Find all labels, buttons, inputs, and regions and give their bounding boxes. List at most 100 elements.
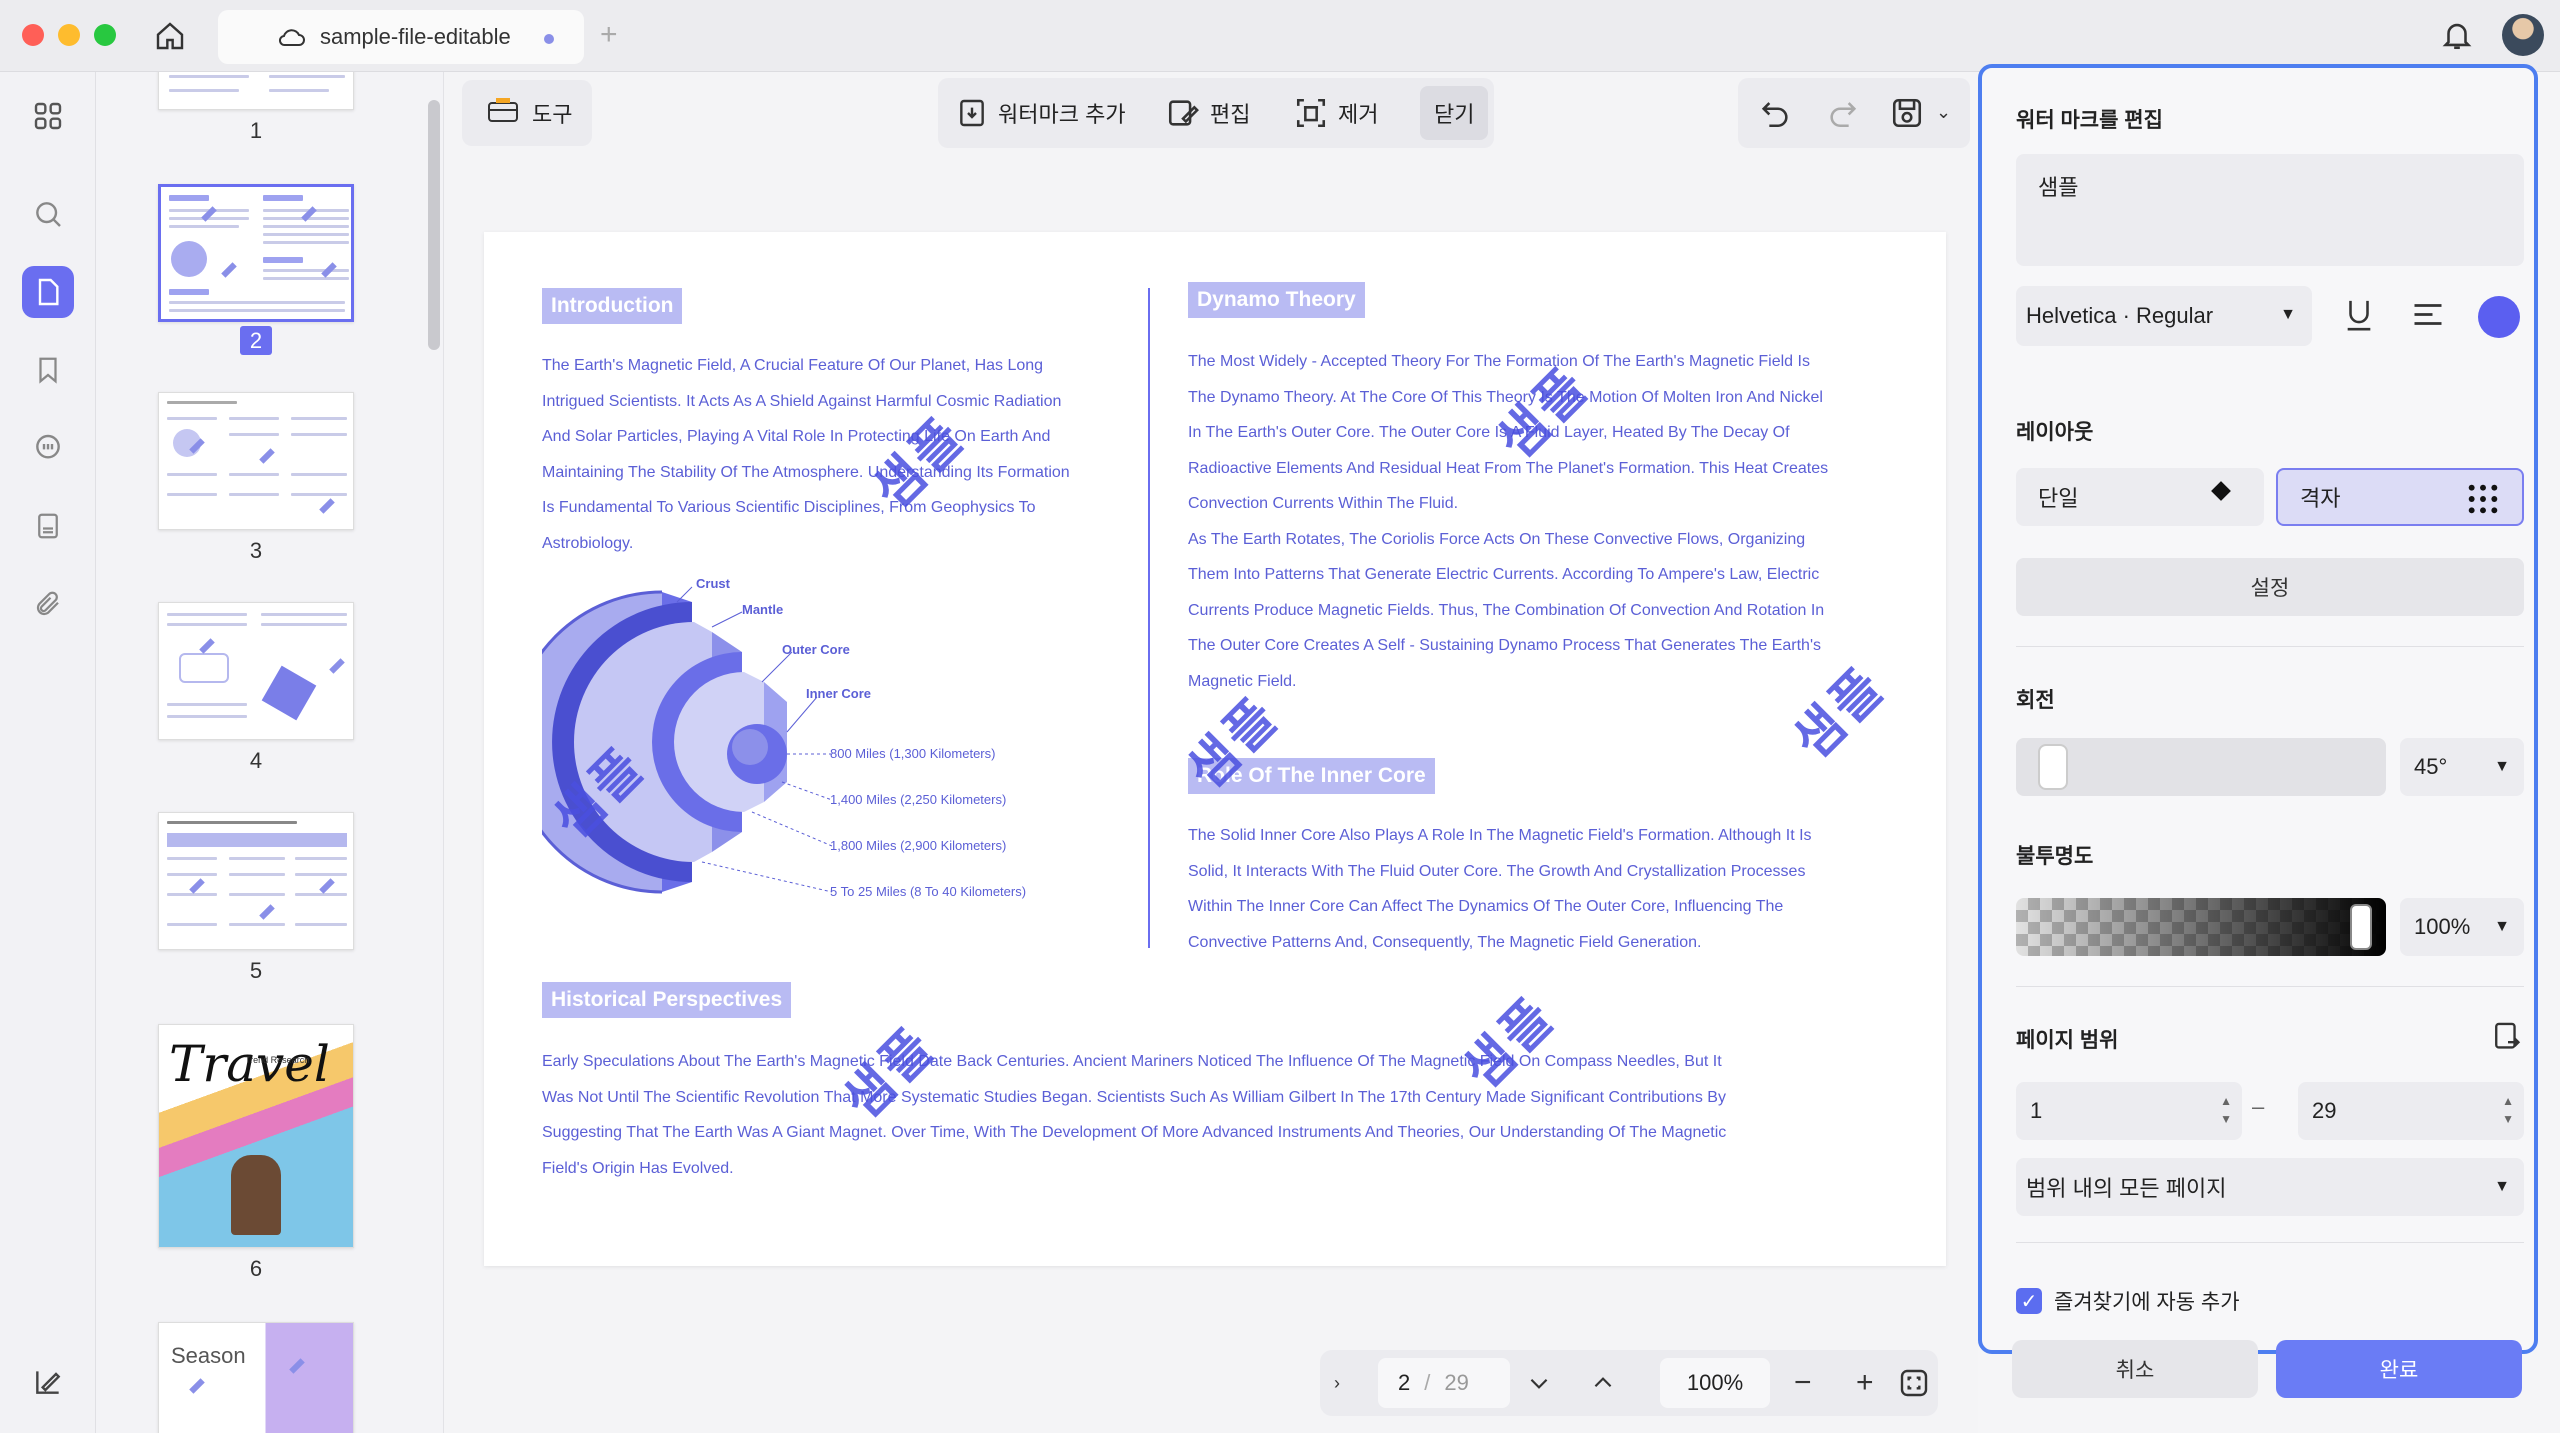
cancel-button[interactable]: 취소 [2012, 1340, 2258, 1398]
layout-single-option[interactable]: 단일 [2016, 468, 2264, 526]
layers-icon[interactable] [28, 1362, 68, 1402]
auto-favorite-label: 즐겨찾기에 자동 추가 [2054, 1291, 2240, 1314]
stepper-icon[interactable]: ▲ ▼ [2220, 1092, 2232, 1128]
pages-icon[interactable] [22, 266, 74, 318]
home-icon[interactable] [150, 16, 190, 56]
dropdown-arrow-icon: ▼ [2494, 918, 2510, 935]
range-separator: – [2252, 1094, 2265, 1119]
layout-label: 레이아웃 [2016, 421, 2094, 444]
add-watermark-label: 워터마크 추가 [998, 102, 1126, 127]
chevron-right-icon[interactable]: › [1334, 1350, 1340, 1416]
page-thumbnail-selected[interactable] [158, 184, 354, 322]
opacity-value: 100% [2414, 914, 2471, 939]
remove-watermark-button[interactable]: 제거 [1294, 78, 1378, 148]
redo-icon[interactable] [1826, 96, 1860, 135]
search-icon[interactable] [28, 194, 68, 234]
stepper-icon[interactable]: ▲ ▼ [2502, 1092, 2514, 1128]
dropdown-arrow-icon: ▼ [2494, 758, 2510, 775]
intro-paragraph: The Earth's Magnetic Field, A Crucial Fe… [542, 357, 1070, 552]
document-page: Introduction The Earth's Magnetic Field,… [484, 232, 1946, 1266]
page-navigation: › 2 / 29 100% − + [1320, 1350, 1938, 1416]
add-watermark-button[interactable]: 워터마크 추가 [956, 78, 1126, 148]
zoom-out-icon[interactable]: − [1794, 1350, 1812, 1416]
dropdown-arrow-icon: ▼ [2494, 1178, 2510, 1195]
save-icon[interactable] [1890, 96, 1924, 135]
page-thumbnail[interactable]: Season [158, 1322, 354, 1433]
grid-dots-icon [2466, 482, 2500, 522]
diagram-label-crust: Crust [696, 576, 730, 591]
opacity-label: 불투명도 [2016, 845, 2094, 868]
dropdown-arrow-icon: ▼ [2280, 306, 2296, 323]
diagram-distance: 800 Miles (1,300 Kilometers) [830, 746, 996, 761]
previous-page-icon[interactable] [1590, 1350, 1616, 1416]
auto-favorite-checkbox[interactable]: ✓ 즐겨찾기에 자동 추가 [2016, 1286, 2240, 1316]
thumbnail-scrollbar[interactable] [428, 100, 440, 350]
rotation-value: 45° [2414, 754, 2448, 779]
zoom-window-button[interactable] [94, 24, 116, 46]
diagram-distance: 1,400 Miles (2,250 Kilometers) [830, 792, 1007, 807]
fit-page-icon[interactable] [1898, 1350, 1930, 1416]
zoom-level[interactable]: 100% [1660, 1358, 1770, 1408]
bookmark-icon[interactable] [28, 350, 68, 390]
page-thumbnail[interactable] [158, 602, 354, 740]
undo-icon[interactable] [1758, 96, 1792, 135]
diagram-label-inner-core: Inner Core [806, 686, 872, 701]
document-tab-title: sample-file-editable [320, 24, 511, 49]
attachment-icon[interactable] [28, 584, 68, 624]
diagram-label-outer-core: Outer Core [782, 642, 850, 657]
diagram-label-mantle: Mantle [742, 602, 784, 617]
page-thumbnail[interactable]: Travel Trend Research [158, 1024, 354, 1248]
page-thumbnail[interactable] [158, 72, 354, 110]
opacity-slider[interactable] [2016, 898, 2386, 956]
diagram-distance: 1,800 Miles (2,900 Kilometers) [830, 838, 1007, 853]
thumbnail-panel: 1 2 3 4 5 Travel Trend Research 6 Season [96, 72, 444, 1433]
close-window-button[interactable] [22, 24, 44, 46]
inner-core-paragraph: The Solid Inner Core Also Plays A Role I… [1188, 827, 1812, 951]
page-thumbnail[interactable] [158, 812, 354, 950]
slider-handle[interactable] [2350, 904, 2372, 950]
page-range-select[interactable]: 범위 내의 모든 페이지 ▼ [2016, 1158, 2524, 1216]
tools-button[interactable]: 도구 [462, 80, 592, 146]
font-value: Helvetica · Regular [2026, 303, 2214, 328]
page-thumbnail-number: 3 [249, 538, 263, 563]
align-icon[interactable] [2410, 300, 2446, 337]
layout-grid-option[interactable]: 격자 [2276, 468, 2524, 526]
next-page-icon[interactable] [1526, 1350, 1552, 1416]
page-range-option: 범위 내의 모든 페이지 [2026, 1176, 2227, 1201]
new-tab-button[interactable]: + [600, 18, 618, 52]
toolbox-icon [486, 95, 520, 131]
opacity-select[interactable]: 100% ▼ [2400, 898, 2524, 956]
close-watermark-button[interactable]: 닫기 [1420, 86, 1489, 140]
checkmark-icon: ✓ [2016, 1288, 2042, 1314]
rotation-select[interactable]: 45° ▼ [2400, 738, 2524, 796]
document-tab[interactable]: sample-file-editable [218, 10, 584, 64]
zoom-in-icon[interactable]: + [1856, 1350, 1874, 1416]
watermark-text-input[interactable]: 샘플 [2016, 154, 2524, 266]
color-swatch[interactable] [2478, 296, 2520, 338]
earth-layers-diagram: Crust Mantle Outer Core Inner Core 800 M… [510, 576, 1122, 912]
minimize-window-button[interactable] [58, 24, 80, 46]
chevron-down-icon[interactable]: ⌄ [1936, 102, 1951, 123]
bell-icon[interactable] [2440, 18, 2474, 57]
page-number-field[interactable]: 2 / 29 [1378, 1358, 1510, 1408]
panel-title: 워터 마크를 편집 [2016, 109, 2163, 132]
rotation-label: 회전 [2016, 689, 2055, 712]
done-button[interactable]: 완료 [2276, 1340, 2522, 1398]
range-to-field[interactable]: 29 ▲ ▼ [2298, 1082, 2524, 1140]
font-select[interactable]: Helvetica · Regular ▼ [2016, 286, 2312, 346]
current-page: 2 [1398, 1370, 1411, 1395]
user-avatar[interactable] [2502, 14, 2544, 56]
comment-icon[interactable] [28, 428, 68, 468]
page-thumbnail-number: 4 [249, 748, 263, 773]
slider-handle[interactable] [2038, 744, 2068, 790]
edit-watermark-button[interactable]: 편집 [1166, 78, 1250, 148]
page-thumbnail[interactable] [158, 392, 354, 530]
underline-icon[interactable] [2342, 296, 2376, 339]
stamp-icon[interactable] [28, 506, 68, 546]
range-from-field[interactable]: 1 ▲ ▼ [2016, 1082, 2242, 1140]
grid-apps-icon[interactable] [28, 96, 68, 136]
layout-grid-label: 격자 [2300, 486, 2341, 511]
page-range-options-icon[interactable] [2492, 1020, 2524, 1059]
rotation-slider[interactable] [2016, 738, 2386, 796]
layout-settings-button[interactable]: 설정 [2016, 558, 2524, 616]
